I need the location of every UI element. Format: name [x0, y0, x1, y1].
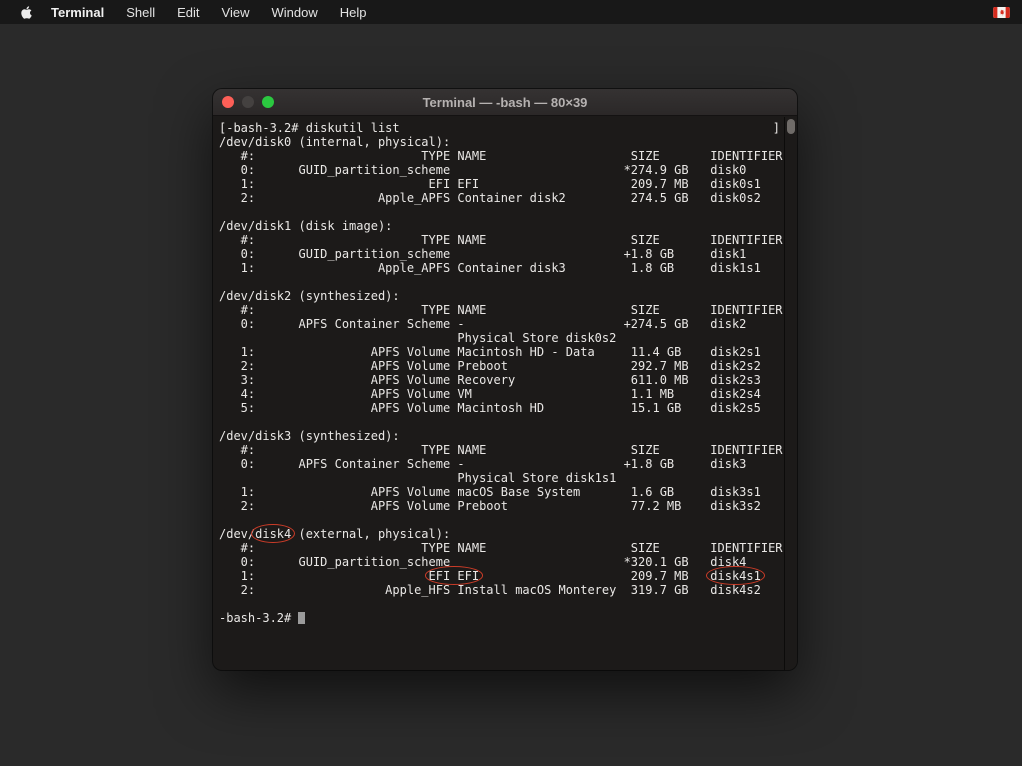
annotation-circle: disk4s1 [710, 569, 761, 583]
terminal-line [219, 275, 797, 289]
terminal-line: #: TYPE NAME SIZE IDENTIFIER [219, 303, 797, 317]
menu-item-help[interactable]: Help [329, 5, 378, 20]
terminal-line [219, 205, 797, 219]
terminal-line: 0: GUID_partition_scheme *320.1 GB disk4 [219, 555, 797, 569]
terminal-cursor [298, 612, 305, 624]
terminal-line: /dev/disk0 (internal, physical): [219, 135, 797, 149]
menu-items: ShellEditViewWindowHelp [115, 5, 377, 20]
terminal-line: 0: APFS Container Scheme - +1.8 GB disk3 [219, 457, 797, 471]
terminal-line: 4: APFS Volume VM 1.1 MB disk2s4 [219, 387, 797, 401]
apple-icon [20, 5, 33, 20]
terminal-line: 1: APFS Volume Macintosh HD - Data 11.4 … [219, 345, 797, 359]
scrollbar[interactable] [784, 117, 797, 670]
window-title: Terminal — -bash — 80×39 [213, 95, 797, 110]
menu-item-view[interactable]: View [211, 5, 261, 20]
canadian-flag-icon[interactable] [993, 7, 1010, 18]
menu-item-shell[interactable]: Shell [115, 5, 166, 20]
terminal-line: /dev/disk3 (synthesized): [219, 429, 797, 443]
terminal-line: Physical Store disk0s2 [219, 331, 797, 345]
terminal-line [219, 597, 797, 611]
minimize-button[interactable] [242, 96, 254, 108]
terminal-line: #: TYPE NAME SIZE IDENTIFIER [219, 149, 797, 163]
annotation-circle: disk4 [255, 527, 291, 541]
terminal-line: 1: EFI EFI 209.7 MB disk4s1 [219, 569, 797, 583]
terminal-line: 1: EFI EFI 209.7 MB disk0s1 [219, 177, 797, 191]
terminal-output[interactable]: [-bash-3.2# diskutil list/dev/disk0 (int… [213, 117, 797, 670]
terminal-line: Physical Store disk1s1 [219, 471, 797, 485]
window-titlebar[interactable]: Terminal — -bash — 80×39 [213, 89, 797, 116]
terminal-line: /dev/disk4 (external, physical): [219, 527, 797, 541]
terminal-line: 1: APFS Volume macOS Base System 1.6 GB … [219, 485, 797, 499]
scrollback-bracket: ] [773, 121, 780, 135]
menu-bar: Terminal ShellEditViewWindowHelp [0, 0, 1022, 24]
terminal-line: 5: APFS Volume Macintosh HD 15.1 GB disk… [219, 401, 797, 415]
menu-item-edit[interactable]: Edit [166, 5, 210, 20]
apple-menu[interactable] [12, 5, 40, 20]
terminal-line: [-bash-3.2# diskutil list [219, 121, 797, 135]
menu-app-name[interactable]: Terminal [40, 5, 115, 20]
terminal-line [219, 513, 797, 527]
zoom-button[interactable] [262, 96, 274, 108]
desktop: { "menu_bar": { "apple_icon": "apple-log… [0, 0, 1022, 766]
menu-bar-right [993, 7, 1010, 18]
terminal-line: 0: GUID_partition_scheme *274.9 GB disk0 [219, 163, 797, 177]
terminal-line: 1: Apple_APFS Container disk3 1.8 GB dis… [219, 261, 797, 275]
scrollbar-thumb[interactable] [787, 119, 795, 134]
close-button[interactable] [222, 96, 234, 108]
terminal-line: #: TYPE NAME SIZE IDENTIFIER [219, 541, 797, 555]
terminal-line: -bash-3.2# [219, 611, 797, 625]
terminal-line: /dev/disk1 (disk image): [219, 219, 797, 233]
terminal-line: 0: APFS Container Scheme - +274.5 GB dis… [219, 317, 797, 331]
terminal-window: Terminal — -bash — 80×39 [-bash-3.2# dis… [213, 89, 797, 670]
terminal-text: [-bash-3.2# diskutil list/dev/disk0 (int… [219, 121, 797, 625]
menu-item-window[interactable]: Window [261, 5, 329, 20]
terminal-line: /dev/disk2 (synthesized): [219, 289, 797, 303]
terminal-line: #: TYPE NAME SIZE IDENTIFIER [219, 443, 797, 457]
traffic-lights [213, 96, 274, 108]
terminal-line: 2: Apple_APFS Container disk2 274.5 GB d… [219, 191, 797, 205]
terminal-line: 3: APFS Volume Recovery 611.0 MB disk2s3 [219, 373, 797, 387]
terminal-line: 2: APFS Volume Preboot 292.7 MB disk2s2 [219, 359, 797, 373]
terminal-line: 2: Apple_HFS Install macOS Monterey 319.… [219, 583, 797, 597]
terminal-line: #: TYPE NAME SIZE IDENTIFIER [219, 233, 797, 247]
terminal-line: 0: GUID_partition_scheme +1.8 GB disk1 [219, 247, 797, 261]
annotation-circle: EFI EFI [429, 569, 480, 583]
terminal-line [219, 415, 797, 429]
terminal-line: 2: APFS Volume Preboot 77.2 MB disk3s2 [219, 499, 797, 513]
